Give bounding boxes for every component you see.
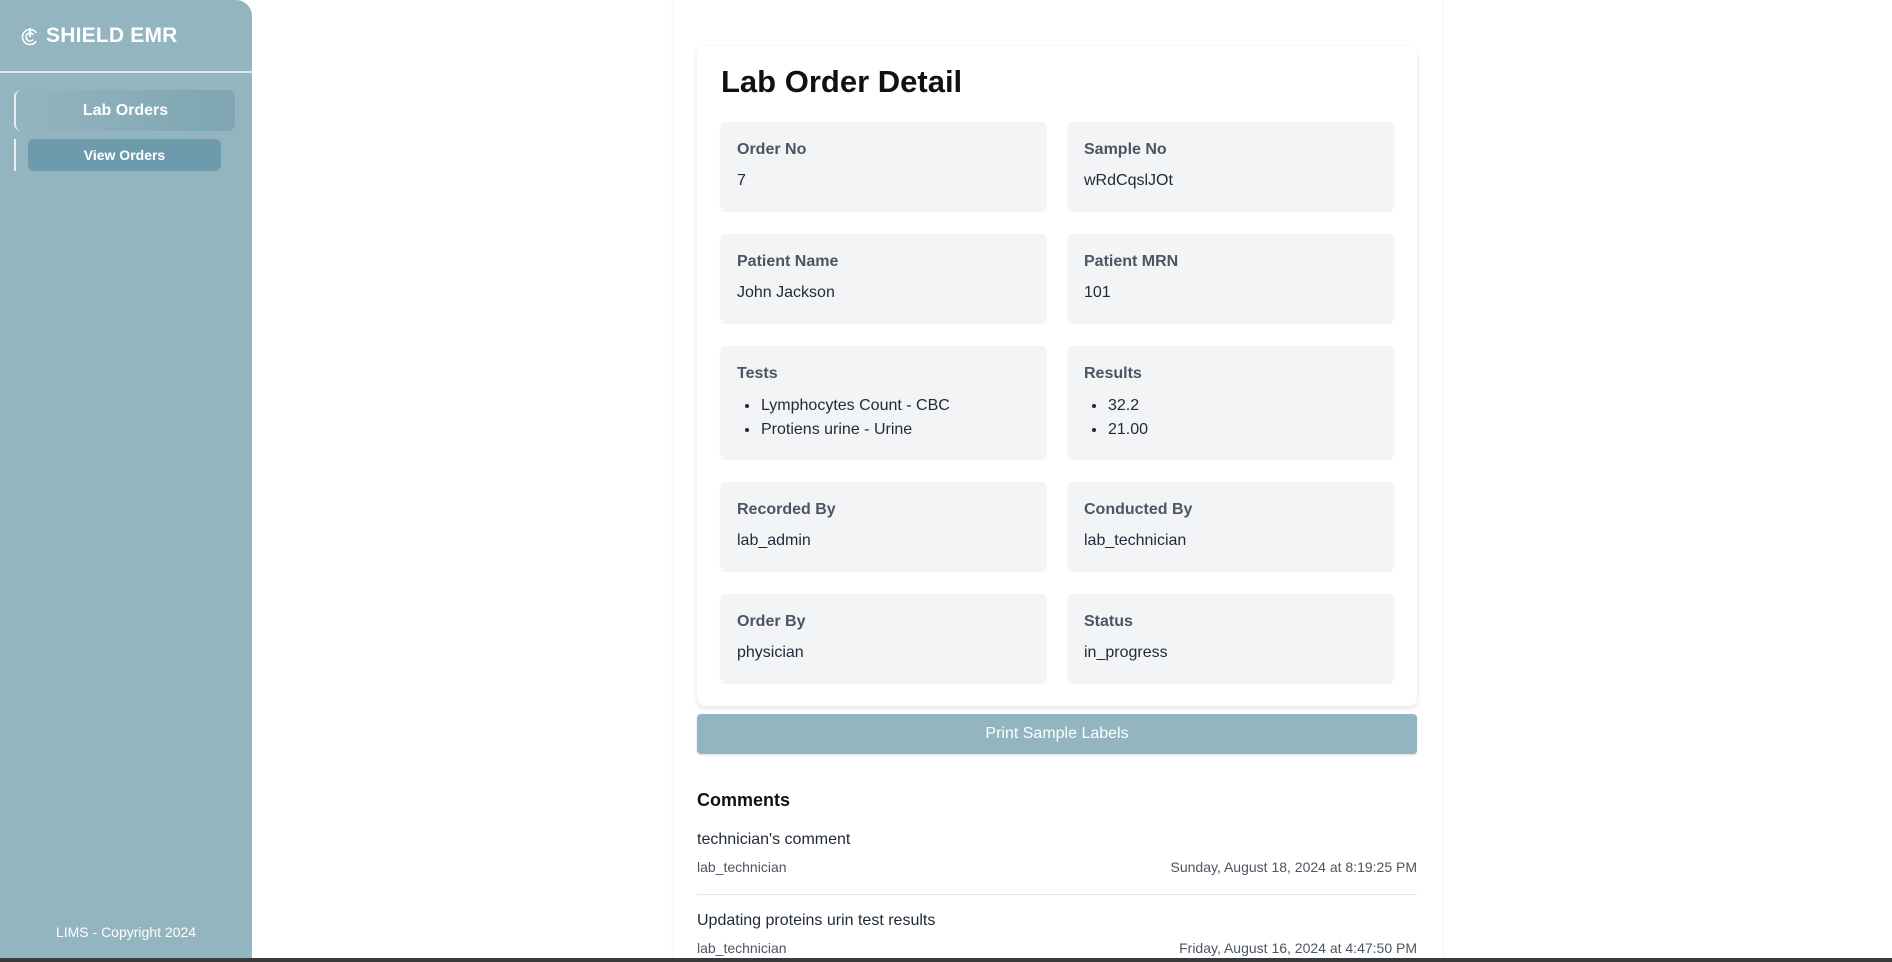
sidebar-footer: LIMS - Copyright 2024 bbox=[55, 924, 197, 940]
sidebar-item-lab-orders[interactable]: Lab Orders bbox=[14, 90, 235, 131]
field-value: 101 bbox=[1084, 284, 1111, 301]
comment-author: lab_technician bbox=[697, 859, 787, 875]
power-shield-icon bbox=[21, 27, 39, 45]
list-item: 32.2 bbox=[1107, 394, 1377, 418]
field-value: 7 bbox=[737, 172, 746, 189]
status-value: in_progress bbox=[1084, 644, 1168, 661]
comment-text: technician's comment bbox=[697, 831, 851, 848]
window-bottom-edge bbox=[0, 958, 1892, 962]
patient-mrn-field: Patient MRN 101 bbox=[1068, 234, 1393, 322]
field-label: Patient Name bbox=[737, 253, 839, 270]
order-by-field: Order By physician bbox=[721, 594, 1046, 682]
field-value: lab_admin bbox=[737, 532, 811, 549]
field-label: Tests bbox=[737, 365, 778, 382]
comment-author: lab_technician bbox=[697, 940, 787, 956]
status-field: Status in_progress bbox=[1068, 594, 1393, 682]
field-label: Conducted By bbox=[1084, 501, 1193, 518]
comment-meta: lab_technician Sunday, August 18, 2024 a… bbox=[697, 859, 1417, 875]
field-value: wRdCqslJOt bbox=[1084, 172, 1173, 189]
field-label: Patient MRN bbox=[1084, 253, 1179, 270]
field-label: Sample No bbox=[1084, 141, 1167, 158]
comment-item: Updating proteins urin test results lab_… bbox=[697, 912, 1417, 956]
sample-no-field: Sample No wRdCqslJOt bbox=[1068, 122, 1393, 210]
field-label: Order No bbox=[737, 141, 807, 158]
brand-name: SHIELD EMR bbox=[46, 23, 178, 47]
field-value: John Jackson bbox=[737, 284, 835, 301]
tests-list: Lymphocytes Count - CBC Protiens urine -… bbox=[737, 394, 1030, 442]
print-sample-labels-button[interactable]: Print Sample Labels bbox=[697, 714, 1417, 754]
results-field: Results 32.2 21.00 bbox=[1068, 346, 1393, 458]
list-item: Lymphocytes Count - CBC bbox=[760, 394, 1030, 418]
field-value: physician bbox=[737, 644, 804, 661]
sidebar-subnav: View Orders bbox=[14, 139, 252, 171]
comment-meta: lab_technician Friday, August 16, 2024 a… bbox=[697, 940, 1417, 956]
list-item: Protiens urine - Urine bbox=[760, 418, 1030, 442]
brand[interactable]: SHIELD EMR bbox=[0, 0, 252, 73]
comment-item: technician's comment lab_technician Sund… bbox=[697, 831, 1417, 875]
comment-text: Updating proteins urin test results bbox=[697, 912, 936, 929]
sidebar: SHIELD EMR Lab Orders View Orders LIMS -… bbox=[0, 0, 252, 960]
field-label: Order By bbox=[737, 613, 806, 630]
results-list: 32.2 21.00 bbox=[1084, 394, 1377, 442]
main-content: Lab Order Detail Order No 7 Sample No wR… bbox=[673, 0, 1442, 960]
order-no-field: Order No 7 bbox=[721, 122, 1046, 210]
sidebar-nav: Lab Orders View Orders bbox=[0, 73, 252, 171]
field-value: lab_technician bbox=[1084, 532, 1187, 549]
list-item: 21.00 bbox=[1107, 418, 1377, 442]
patient-name-field: Patient Name John Jackson bbox=[721, 234, 1046, 322]
page-title: Lab Order Detail bbox=[721, 64, 963, 99]
conducted-by-field: Conducted By lab_technician bbox=[1068, 482, 1393, 570]
comment-timestamp: Friday, August 16, 2024 at 4:47:50 PM bbox=[1179, 940, 1417, 956]
comment-timestamp: Sunday, August 18, 2024 at 8:19:25 PM bbox=[1170, 859, 1417, 875]
field-label: Recorded By bbox=[737, 501, 836, 518]
field-label: Status bbox=[1084, 613, 1133, 630]
comment-divider bbox=[697, 894, 1417, 895]
field-label: Results bbox=[1084, 365, 1142, 382]
detail-grid: Order No 7 Sample No wRdCqslJOt Patient … bbox=[721, 122, 1393, 706]
recorded-by-field: Recorded By lab_admin bbox=[721, 482, 1046, 570]
comments-heading: Comments bbox=[697, 790, 791, 810]
lab-order-detail-card: Lab Order Detail Order No 7 Sample No wR… bbox=[697, 46, 1417, 706]
sidebar-item-view-orders[interactable]: View Orders bbox=[28, 139, 221, 171]
tests-field: Tests Lymphocytes Count - CBC Protiens u… bbox=[721, 346, 1046, 458]
